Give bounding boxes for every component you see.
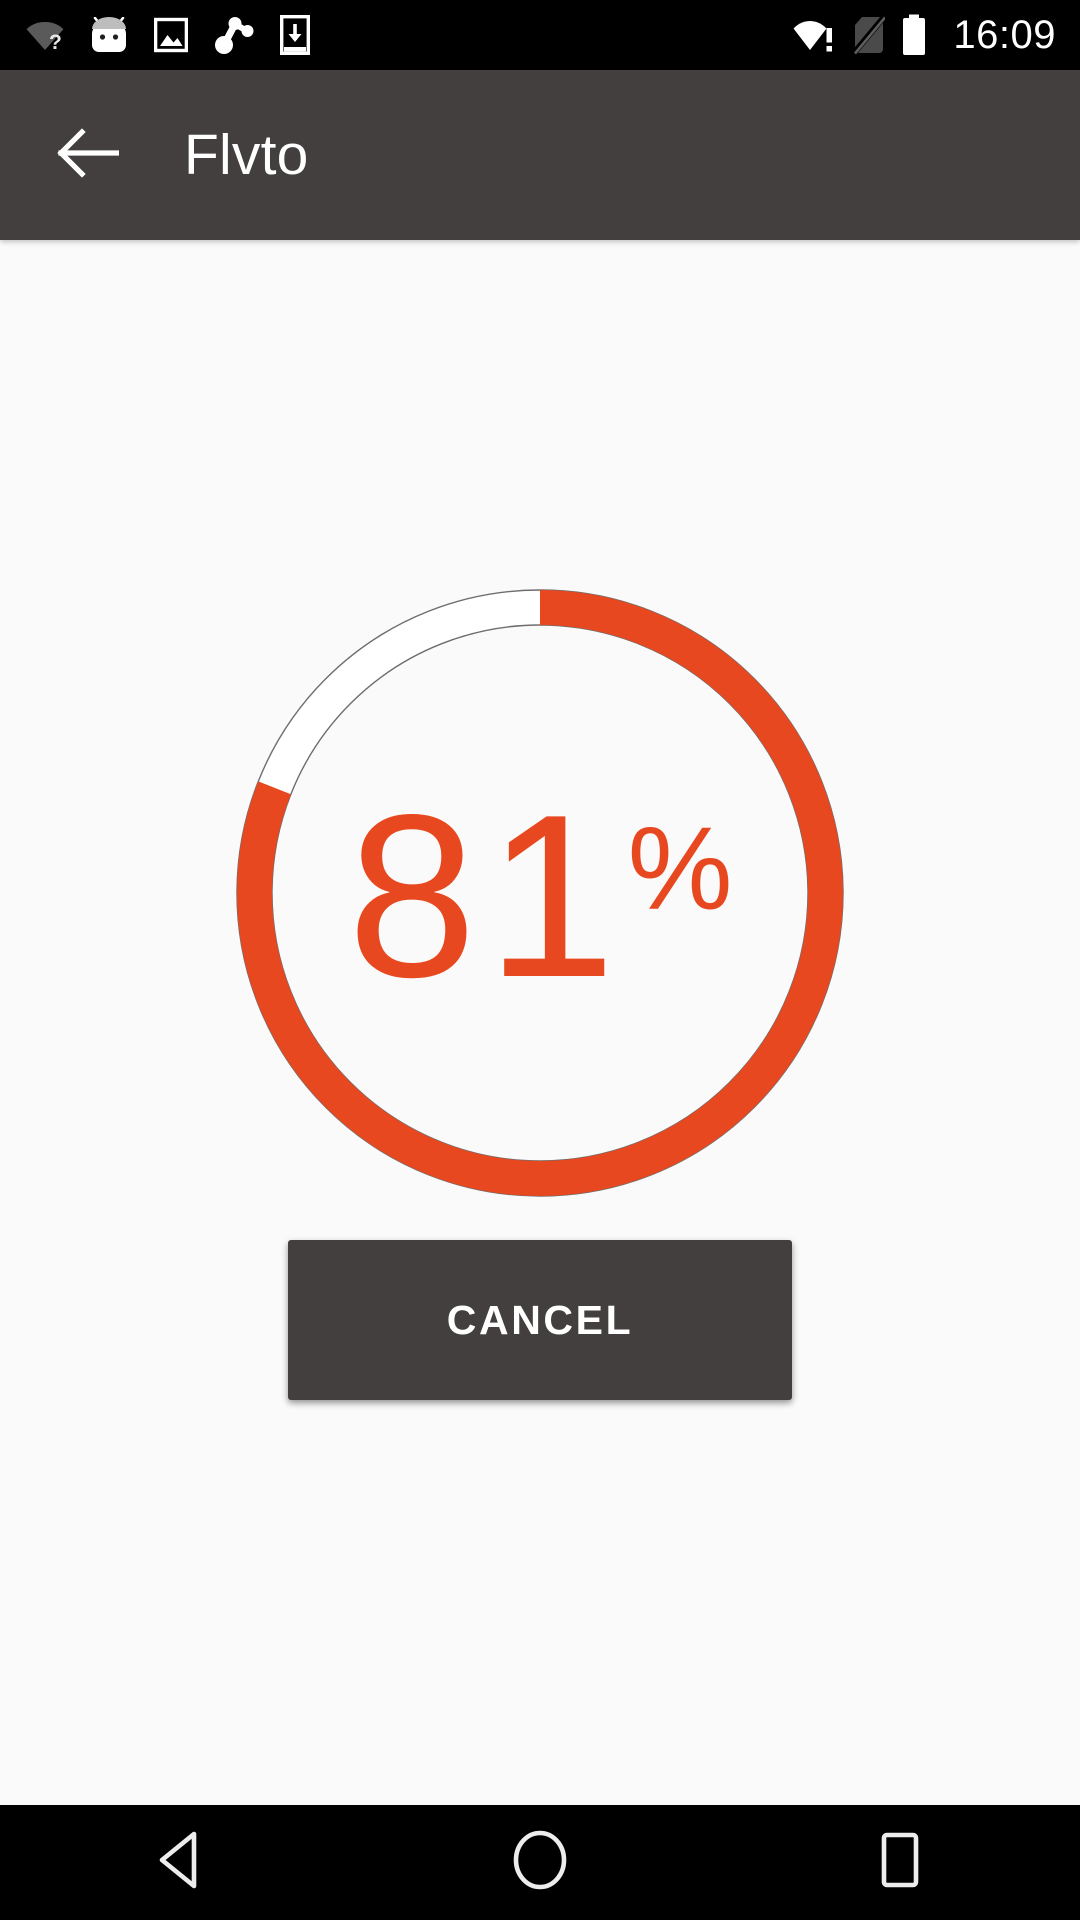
svg-text:?: ? bbox=[49, 31, 62, 52]
nav-home-button[interactable] bbox=[360, 1805, 720, 1920]
progress-ring-svg bbox=[236, 589, 844, 1197]
square-icon bbox=[873, 1829, 927, 1896]
image-icon bbox=[153, 17, 189, 53]
triangle-left-icon bbox=[152, 1829, 208, 1896]
wifi-exclamation-icon bbox=[793, 17, 837, 53]
status-bar-clock: 16:09 bbox=[953, 12, 1056, 57]
app-bar: Flvto bbox=[0, 70, 1080, 240]
progress-track-inner-outline bbox=[271, 624, 809, 1162]
no-sim-icon bbox=[852, 15, 887, 55]
status-bar: ? 16:09 bbox=[0, 0, 1080, 70]
bone-icon bbox=[214, 16, 254, 54]
status-bar-system-icons: 16:09 bbox=[793, 13, 1056, 58]
android-screen: ? 16:09 Flvto 81 % CANCEL bbox=[0, 0, 1080, 1920]
navigation-bar bbox=[0, 1805, 1080, 1920]
battery-full-icon bbox=[901, 14, 927, 56]
page-title: Flvto bbox=[184, 123, 309, 187]
arrow-back-icon bbox=[57, 127, 120, 184]
status-bar-notification-icons: ? bbox=[26, 15, 793, 55]
nav-recents-button[interactable] bbox=[720, 1805, 1080, 1920]
wifi-question-icon: ? bbox=[26, 18, 64, 54]
nav-back-button[interactable] bbox=[0, 1805, 360, 1920]
circular-progress-indicator: 81 % bbox=[230, 583, 850, 1203]
main-content: 81 % CANCEL bbox=[0, 240, 1080, 1805]
download-to-device-icon bbox=[280, 15, 311, 55]
android-mascot-icon bbox=[90, 16, 128, 53]
back-button[interactable] bbox=[52, 119, 124, 191]
cancel-button[interactable]: CANCEL bbox=[288, 1240, 792, 1400]
circle-icon bbox=[511, 1829, 569, 1896]
